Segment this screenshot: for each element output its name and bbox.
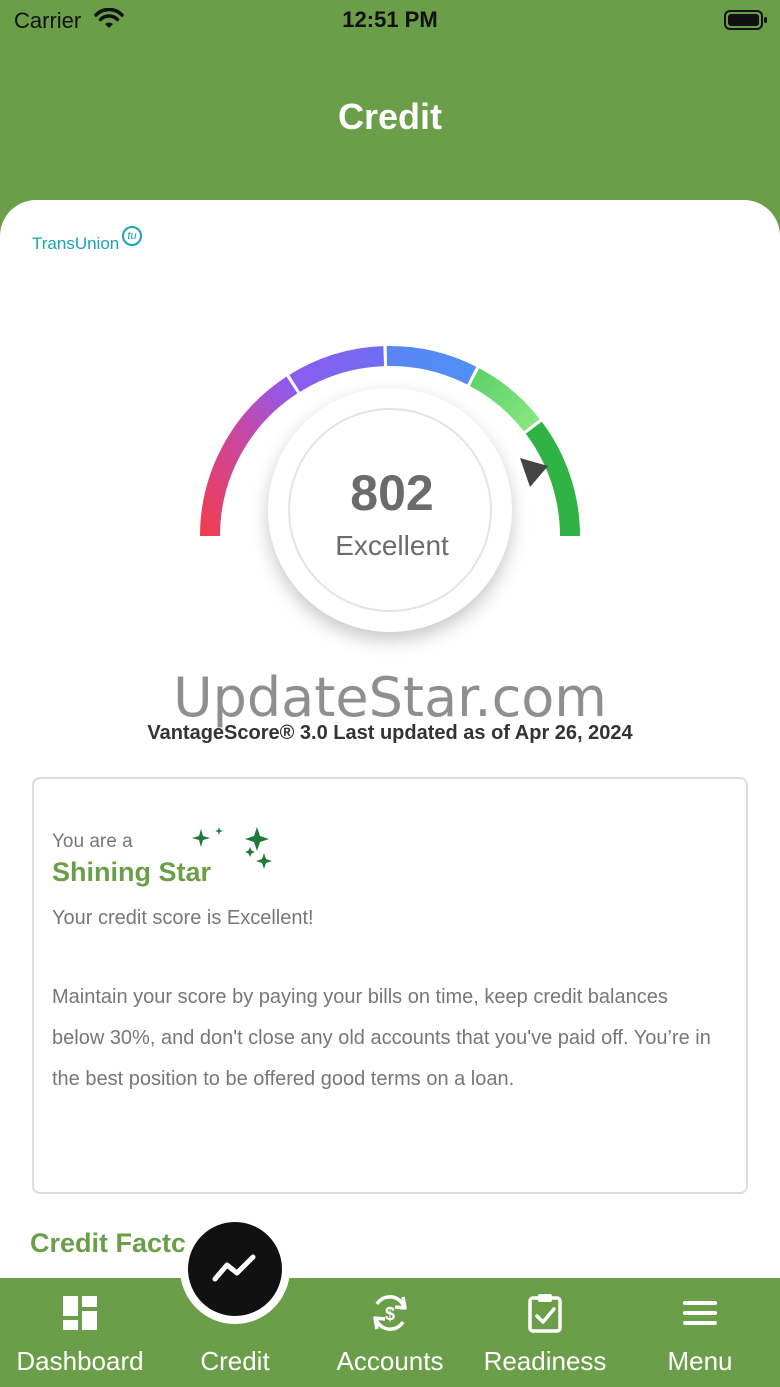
- tab-menu-label: Menu: [667, 1346, 733, 1376]
- credit-fab-ring: [180, 1214, 290, 1324]
- credit-score-rating: Excellent: [335, 530, 449, 561]
- bottom-tab-bar: Dashboard Credit $ Accounts Readiness Me…: [0, 1278, 780, 1387]
- tab-menu[interactable]: Menu: [625, 1278, 775, 1387]
- watermark: UpdateStar.com: [173, 666, 607, 729]
- hamburger-menu-icon: [683, 1301, 717, 1325]
- tab-credit-label: Credit: [200, 1346, 270, 1376]
- gauge-segment-excellent: [525, 421, 580, 537]
- trend-line-icon: [212, 1254, 256, 1282]
- dashboard-icon: [63, 1296, 97, 1330]
- transunion-logo-text: TransUnion: [32, 234, 120, 253]
- credit-card-panel: TransUnion tu 802 Excellent UpdateStar.c…: [0, 200, 780, 1300]
- info-intro: You are a: [52, 831, 133, 852]
- credit-fab-button[interactable]: [188, 1222, 282, 1316]
- credit-factors-heading: Credit Factc: [30, 1228, 187, 1258]
- tab-readiness-label: Readiness: [483, 1346, 607, 1376]
- transunion-logo: TransUnion tu: [32, 226, 142, 254]
- status-bar: Carrier 12:51 PM: [0, 0, 780, 40]
- tab-accounts[interactable]: $ Accounts: [315, 1278, 465, 1387]
- score-circle-inner: 802 Excellent: [288, 408, 492, 612]
- vantage-updated-label: VantageScore® 3.0 Last updated as of Apr…: [147, 722, 633, 744]
- credit-score-value: 802: [350, 465, 434, 521]
- score-info-box: You are a Shining Star Your credit score…: [32, 777, 748, 1194]
- refresh-dollar-icon: $: [373, 1295, 407, 1331]
- gauge-segment-very-good: [469, 368, 540, 432]
- battery-icon: [724, 10, 767, 30]
- tab-readiness[interactable]: Readiness: [470, 1278, 620, 1387]
- svg-text:$: $: [385, 1304, 395, 1324]
- info-advice: Maintain your score by paying your bills…: [52, 986, 711, 1090]
- info-headline: Shining Star: [52, 857, 212, 887]
- tab-dashboard[interactable]: Dashboard: [0, 1278, 160, 1387]
- gauge-segment-good: [386, 346, 477, 385]
- tab-dashboard-label: Dashboard: [16, 1346, 144, 1376]
- status-time: 12:51 PM: [342, 7, 438, 32]
- page-title: Credit: [337, 96, 442, 137]
- info-status-line: Your credit score is Excellent!: [52, 907, 314, 929]
- score-circle: 802 Excellent: [268, 388, 512, 632]
- tab-accounts-label: Accounts: [336, 1346, 444, 1376]
- clipboard-check-icon: [528, 1294, 562, 1333]
- gauge-segment-fair: [289, 346, 385, 392]
- transunion-mark-icon: tu: [122, 226, 142, 246]
